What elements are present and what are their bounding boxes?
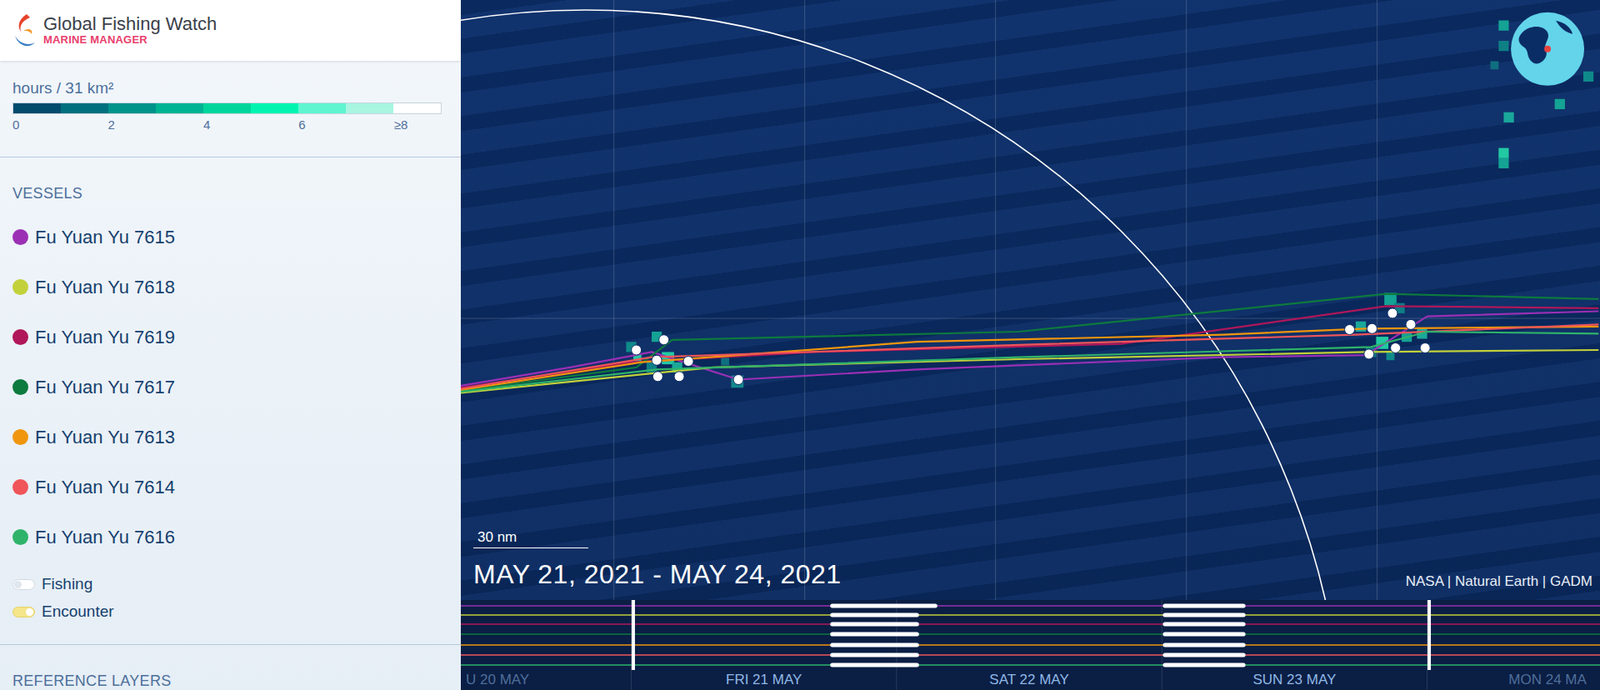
vessel-track[interactable] — [460, 326, 1599, 390]
app-subtitle: MARINE MANAGER — [43, 34, 217, 46]
map-attribution: NASA | Natural Earth | GADM — [1405, 573, 1593, 590]
legend-scale — [12, 102, 442, 115]
vessel-name[interactable]: Fu Yuan Yu 7616 — [35, 523, 175, 551]
date-range: MAY 21, 2021 - MAY 24, 2021 — [473, 558, 842, 590]
vessel-color-dot[interactable] — [12, 329, 29, 345]
toggle-switch[interactable] — [12, 606, 35, 618]
legend-unit: hours / 31 km² — [12, 79, 449, 98]
timeline-event[interactable] — [830, 632, 920, 637]
event-marker[interactable] — [1390, 343, 1401, 354]
map-scale: 30 nm — [473, 529, 589, 549]
legend-tick: 2 — [107, 116, 115, 134]
timeline-event[interactable] — [830, 643, 920, 648]
event-marker[interactable] — [1366, 323, 1377, 334]
vessel-color-dot[interactable] — [12, 529, 29, 545]
event-marker[interactable] — [1364, 349, 1375, 360]
vessel-color-dot[interactable] — [12, 479, 29, 495]
timeline-event[interactable] — [830, 604, 938, 609]
legend-tick: 4 — [203, 116, 210, 134]
logo-icon — [11, 12, 37, 50]
vessel-name[interactable]: Fu Yuan Yu 7618 — [35, 273, 175, 301]
heatmap-legend: hours / 31 km² 0 2 4 6 ≥8 — [0, 60, 461, 158]
vessel-track[interactable] — [460, 294, 1599, 391]
vessel-name[interactable]: Fu Yuan Yu 7615 — [35, 223, 175, 251]
vessel-track[interactable] — [460, 305, 1599, 388]
timeline-event[interactable] — [830, 613, 920, 618]
timeline-day-label: SAT 22 MAY — [989, 671, 1069, 689]
timeline-event[interactable] — [830, 653, 920, 658]
vessel-list: Fu Yuan Yu 7615 Fu Yuan Yu 7618 Fu Yuan Yu… — [0, 211, 461, 562]
legend-tick: 6 — [298, 116, 305, 134]
side-panel: Global Fishing WatchMARINE MANAGERhours … — [0, 0, 461, 690]
timeline-day-label: FRI 21 MAY — [725, 671, 802, 689]
legend-tick: 0 — [12, 116, 20, 134]
toggle-label[interactable]: Fishing — [41, 572, 93, 597]
vessel-item[interactable]: Fu Yuan Yu 7616 — [12, 511, 449, 562]
vessel-name[interactable]: Fu Yuan Yu 7619 — [35, 323, 175, 351]
event-toggle[interactable]: Fishing — [12, 570, 449, 599]
event-marker[interactable] — [1420, 343, 1430, 354]
map[interactable]: 30 nm MAY 21, 2021 - MAY 24, 2021 NASA | N… — [460, 0, 1600, 600]
event-marker[interactable] — [674, 371, 685, 382]
timeline-event[interactable] — [830, 622, 920, 627]
timeline-event[interactable] — [1162, 604, 1245, 609]
toggle-label[interactable]: Encounter — [41, 600, 115, 625]
timeline-day-label: SUN 23 MAY — [1252, 671, 1336, 689]
vessel-item[interactable]: Fu Yuan Yu 7614 — [12, 461, 449, 512]
event-marker[interactable] — [1345, 325, 1355, 335]
timeline-event[interactable] — [1162, 632, 1245, 637]
globe-icon[interactable] — [1510, 12, 1585, 86]
vessels-heading: VESSELS — [0, 157, 461, 203]
toggle-switch[interactable] — [12, 579, 35, 590]
vessel-name[interactable]: Fu Yuan Yu 7613 — [35, 423, 175, 451]
timeline-handle[interactable] — [1427, 600, 1431, 670]
timeline-event[interactable] — [1162, 663, 1245, 668]
timeline[interactable]: U 20 MAY FRI 21 MAY SAT 22 MAY SUN 23 MAY MO… — [460, 600, 1600, 690]
vessel-item[interactable]: Fu Yuan Yu 7619 — [12, 311, 449, 362]
vessel-color-dot[interactable] — [12, 279, 29, 295]
timeline-day-label: U 20 MAY — [465, 671, 530, 689]
legend-tick: ≥8 — [394, 116, 409, 134]
app-header[interactable]: Global Fishing WatchMARINE MANAGER — [0, 0, 461, 61]
timeline-event[interactable] — [1162, 613, 1245, 618]
vessel-item[interactable]: Fu Yuan Yu 7615 — [12, 211, 449, 262]
vessel-item[interactable]: Fu Yuan Yu 7618 — [12, 261, 449, 312]
timeline-event[interactable] — [1162, 643, 1245, 648]
vessel-track[interactable] — [460, 331, 1599, 392]
timeline-event[interactable] — [830, 663, 920, 668]
event-marker[interactable] — [651, 355, 662, 365]
timeline-event[interactable] — [1162, 653, 1245, 658]
vessel-item[interactable]: Fu Yuan Yu 7617 — [12, 361, 449, 412]
event-marker[interactable] — [683, 355, 694, 366]
app-title: Global Fishing Watch — [43, 14, 217, 35]
event-marker[interactable] — [1387, 308, 1398, 319]
vessel-name[interactable]: Fu Yuan Yu 7617 — [35, 373, 175, 401]
vessel-color-dot[interactable] — [12, 429, 29, 445]
vessel-name[interactable]: Fu Yuan Yu 7614 — [35, 473, 175, 501]
event-marker[interactable] — [631, 345, 642, 355]
event-marker[interactable] — [652, 371, 663, 382]
vessel-color-dot[interactable] — [12, 229, 29, 245]
boundary-line — [460, 10, 1345, 600]
vessel-item[interactable]: Fu Yuan Yu 7613 — [12, 411, 449, 462]
timeline-event[interactable] — [1162, 622, 1245, 627]
timeline-handle[interactable] — [631, 600, 635, 670]
event-marker[interactable] — [659, 335, 670, 345]
event-toggle[interactable]: Encounter — [12, 598, 449, 626]
event-marker[interactable] — [733, 375, 744, 385]
vessel-color-dot[interactable] — [12, 379, 29, 395]
event-marker[interactable] — [1405, 319, 1416, 330]
reference-layers-heading: REFERENCE LAYERS — [0, 645, 461, 690]
timeline-day-label: MON 24 MA — [1508, 671, 1587, 689]
event-toggles: Fishing Encounter — [0, 561, 461, 645]
map-canvas[interactable] — [460, 0, 1600, 600]
